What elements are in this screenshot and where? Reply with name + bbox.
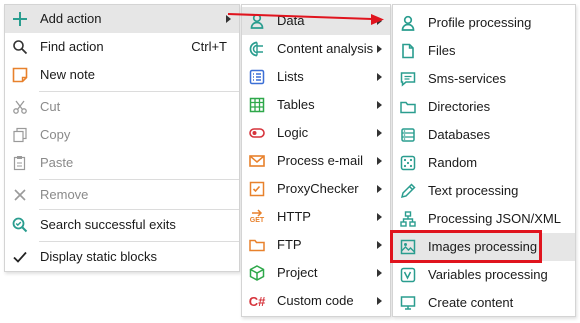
annotation-arrow xyxy=(227,13,384,25)
